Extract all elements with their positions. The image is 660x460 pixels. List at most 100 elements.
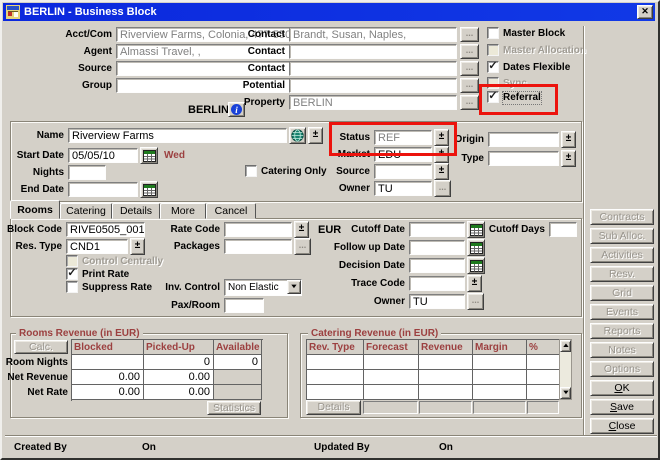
decision-date-field[interactable] <box>409 258 465 273</box>
forecast-total-field <box>363 401 418 414</box>
net-revenue-picked-up-cell[interactable]: 0.00 <box>144 370 214 385</box>
tab-rooms[interactable]: Rooms <box>10 200 60 219</box>
end-date-calendar-button[interactable] <box>140 181 158 198</box>
table-cell[interactable] <box>473 385 527 400</box>
rate-code-lov-button[interactable]: ± <box>294 221 309 238</box>
ok-button[interactable]: OK <box>590 380 654 396</box>
scroll-down-button[interactable]: ▼ <box>560 387 571 399</box>
block-code-field[interactable]: RIVE0505_001 <box>66 222 145 237</box>
table-cell[interactable] <box>307 355 364 370</box>
pax-room-field[interactable] <box>224 298 264 313</box>
contact1-field[interactable]: Brandt, Susan, Naples, <box>289 27 457 42</box>
res-type-field[interactable]: CND1 <box>66 239 128 254</box>
nights-field[interactable] <box>68 165 106 180</box>
room-nights-available-cell[interactable]: 0 <box>214 355 262 370</box>
decision-date-calendar-button[interactable] <box>467 257 485 274</box>
contact3-browse-button[interactable]: ... <box>460 61 479 76</box>
save-button[interactable]: Save <box>590 399 654 415</box>
suppress-rate-checkbox[interactable] <box>66 281 78 293</box>
table-cell[interactable] <box>419 370 473 385</box>
contact2-browse-button[interactable]: ... <box>460 44 479 59</box>
contact3-field[interactable] <box>289 61 457 76</box>
source-code-field[interactable] <box>374 164 432 179</box>
title-bar[interactable]: BERLIN - Business Block ✕ <box>3 3 655 21</box>
room-nights-blocked-cell[interactable] <box>72 355 144 370</box>
dates-flexible-checkbox[interactable]: ✓ <box>487 61 499 73</box>
end-date-field[interactable] <box>68 182 138 197</box>
table-cell[interactable] <box>307 385 364 400</box>
table-cell[interactable] <box>307 370 364 385</box>
packages-field[interactable] <box>224 239 292 254</box>
property-info-button[interactable]: i <box>228 102 245 117</box>
rate-code-field[interactable] <box>224 222 292 237</box>
source-lov-button[interactable]: ± <box>434 163 449 180</box>
property-field[interactable]: BERLIN <box>289 95 457 110</box>
follow-up-date-calendar-button[interactable] <box>467 239 485 256</box>
tab-more[interactable]: More <box>160 203 206 219</box>
catering-only-checkbox[interactable] <box>245 165 257 177</box>
inv-control-dropdown-button[interactable]: ▼ <box>287 280 301 294</box>
table-cell[interactable] <box>364 385 419 400</box>
scroll-up-button[interactable]: ▲ <box>560 340 571 352</box>
cutoff-days-field[interactable] <box>549 222 577 237</box>
net-rate-blocked-cell[interactable]: 0.00 <box>72 385 144 400</box>
owner-browse-button[interactable]: ... <box>434 180 451 197</box>
table-cell[interactable] <box>473 370 527 385</box>
table-cell[interactable] <box>473 355 527 370</box>
trace-code-lov-button[interactable]: ± <box>467 275 482 292</box>
referral-checkbox[interactable]: ✓ <box>487 91 499 103</box>
table-cell[interactable] <box>364 355 419 370</box>
block-owner-browse-button[interactable]: ... <box>467 293 484 310</box>
grid-button-label: Grid <box>612 288 632 299</box>
table-cell[interactable] <box>419 385 473 400</box>
cutoff-date-field[interactable] <box>409 222 465 237</box>
net-revenue-blocked-cell[interactable]: 0.00 <box>72 370 144 385</box>
potential-field[interactable] <box>289 78 457 93</box>
ellipsis-icon: ... <box>439 182 447 193</box>
origin-field[interactable] <box>488 132 559 147</box>
table-cell[interactable] <box>527 385 560 400</box>
room-nights-picked-up-cell[interactable]: 0 <box>144 355 214 370</box>
contact2-field[interactable] <box>289 44 457 59</box>
type-lov-button[interactable]: ± <box>561 150 576 167</box>
contact1-label: Contact <box>215 29 285 41</box>
window-title: BERLIN - Business Block <box>24 6 157 18</box>
table-cell[interactable] <box>419 355 473 370</box>
res-type-lov-button[interactable]: ± <box>130 238 145 255</box>
status-field[interactable]: REF <box>374 130 432 145</box>
referral-label: Referral <box>503 92 541 104</box>
tab-details[interactable]: Details <box>112 203 160 219</box>
lov-icon: ± <box>566 152 572 163</box>
market-field[interactable]: EDU <box>374 147 432 162</box>
owner-field[interactable]: TU <box>374 181 432 196</box>
potential-browse-button[interactable]: ... <box>460 78 479 93</box>
margin-total-field <box>473 401 526 414</box>
tab-catering[interactable]: Catering <box>60 203 112 219</box>
inv-control-select[interactable]: Non Elastic ▼ <box>224 279 302 296</box>
table-cell[interactable] <box>527 355 560 370</box>
catering-revenue-title: Catering Revenue (in EUR) <box>308 328 441 339</box>
follow-up-date-field[interactable] <box>409 240 465 255</box>
start-date-field[interactable]: 05/05/10 <box>68 148 138 163</box>
name-globe-button[interactable] <box>289 127 306 144</box>
name-field[interactable]: Riverview Farms <box>68 128 287 143</box>
print-rate-checkbox[interactable]: ✓ <box>66 268 78 280</box>
close-button[interactable]: ✕ <box>637 5 653 19</box>
packages-browse-button[interactable]: ... <box>294 238 311 255</box>
master-allocation-label: Master Allocation <box>503 45 586 57</box>
net-rate-picked-up-cell[interactable]: 0.00 <box>144 385 214 400</box>
catering-table-scrollbar[interactable]: ▲ ▼ <box>559 339 572 400</box>
table-cell[interactable] <box>364 370 419 385</box>
close-button-label: Close <box>609 421 636 432</box>
type-field[interactable] <box>488 151 559 166</box>
contact1-browse-button[interactable]: ... <box>460 27 479 42</box>
master-block-checkbox[interactable] <box>487 27 499 39</box>
block-owner-field[interactable]: TU <box>409 294 465 309</box>
trace-code-field[interactable] <box>409 276 465 291</box>
close-window-button[interactable]: Close <box>590 418 654 434</box>
tab-cancel[interactable]: Cancel <box>206 203 256 219</box>
table-cell[interactable] <box>527 370 560 385</box>
origin-lov-button[interactable]: ± <box>561 131 576 148</box>
property-browse-button[interactable]: ... <box>460 95 479 110</box>
start-date-calendar-button[interactable] <box>140 147 158 164</box>
